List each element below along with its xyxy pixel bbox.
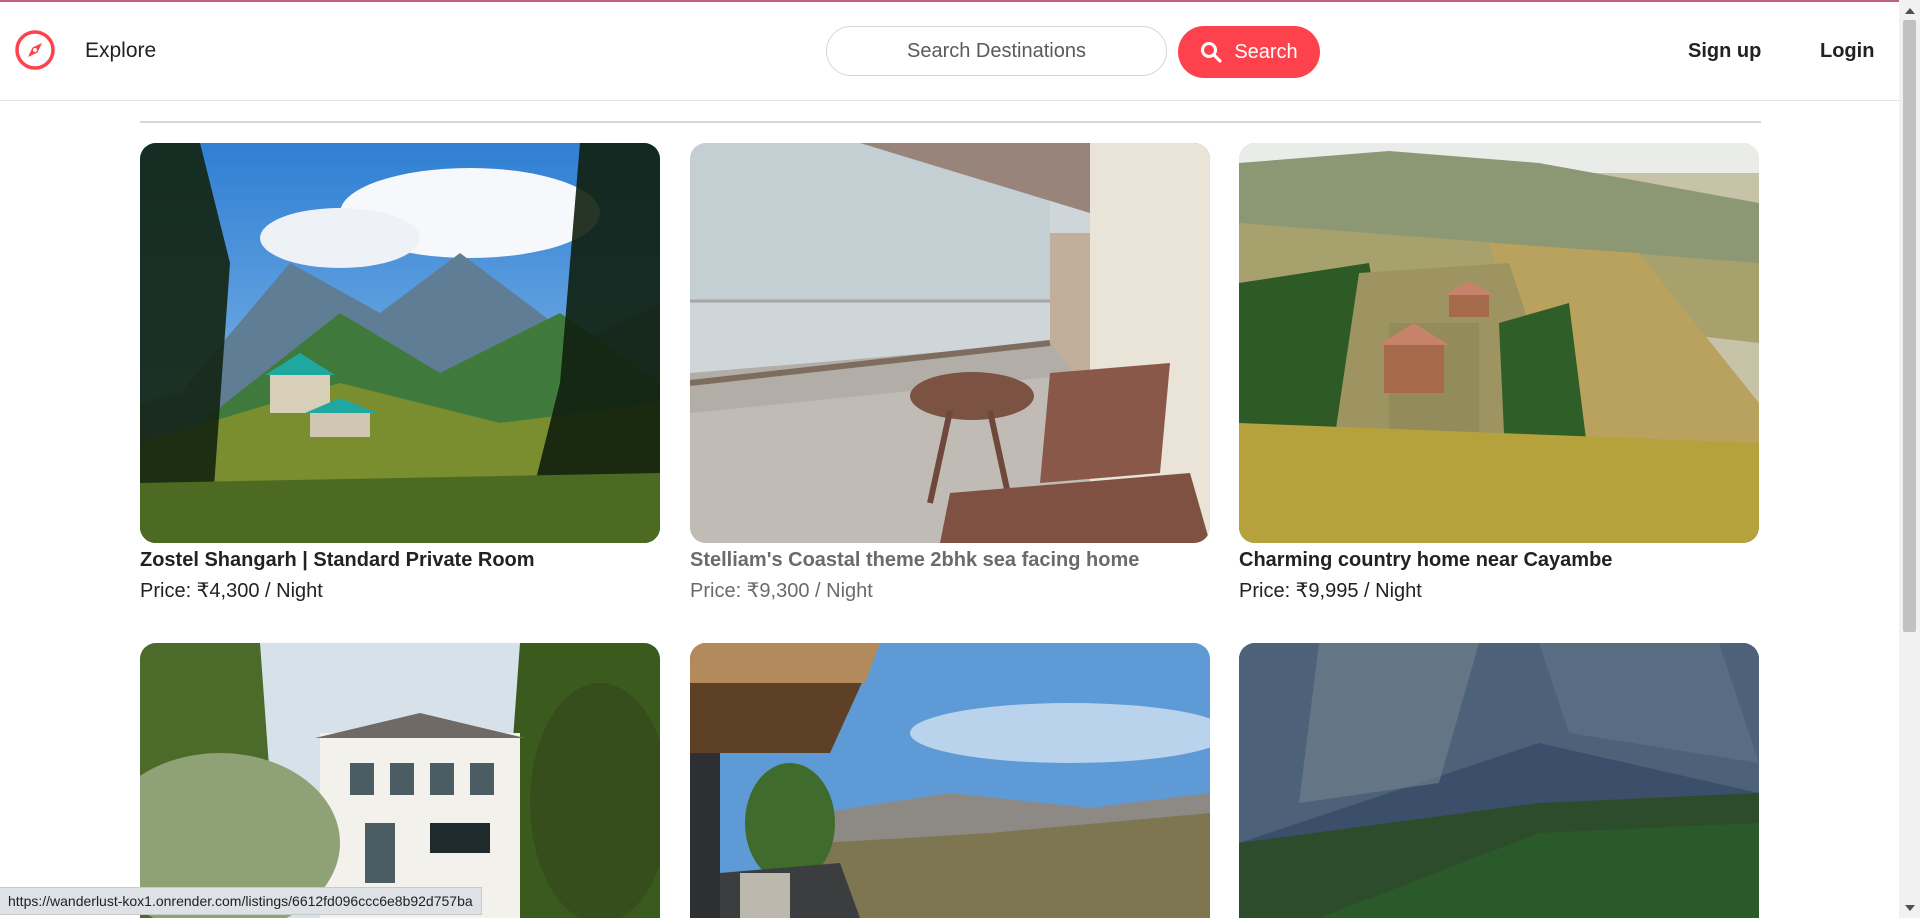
compass-icon[interactable] bbox=[14, 29, 56, 71]
listing-title[interactable]: Zostel Shangarh | Standard Private Room bbox=[140, 549, 660, 572]
listing-price: Price: ₹4,300 / Night bbox=[140, 580, 323, 602]
listing-image[interactable] bbox=[690, 143, 1210, 543]
signup-link[interactable]: Sign up bbox=[1688, 40, 1761, 63]
listing-card[interactable] bbox=[140, 643, 660, 924]
listing-title[interactable]: Stelliam's Coastal theme 2bhk sea facing… bbox=[690, 549, 1210, 572]
listing-price: Price: ₹9,995 / Night bbox=[1239, 580, 1422, 602]
scroll-down-arrow-icon[interactable] bbox=[1899, 899, 1920, 916]
listing-image[interactable] bbox=[690, 643, 1210, 918]
listing-card[interactable]: Charming country home near Cayambe Price… bbox=[1239, 143, 1759, 603]
listing-card[interactable]: Stelliam's Coastal theme 2bhk sea facing… bbox=[690, 143, 1210, 603]
listing-title[interactable]: Charming country home near Cayambe bbox=[1239, 549, 1759, 572]
listing-card[interactable] bbox=[1239, 643, 1759, 924]
listing-price: Price: ₹9,300 / Night bbox=[690, 580, 873, 602]
search-button[interactable]: Search bbox=[1178, 26, 1320, 78]
listing-image[interactable] bbox=[1239, 143, 1759, 543]
search-icon bbox=[1200, 41, 1222, 63]
listing-card[interactable] bbox=[690, 643, 1210, 924]
scrollbar-thumb[interactable] bbox=[1903, 20, 1916, 632]
listing-image[interactable] bbox=[140, 143, 660, 543]
vertical-scrollbar[interactable] bbox=[1899, 0, 1920, 918]
search-button-label: Search bbox=[1234, 40, 1298, 63]
listing-image[interactable] bbox=[1239, 643, 1759, 918]
listing-card[interactable]: Zostel Shangarh | Standard Private Room … bbox=[140, 143, 660, 603]
search-input[interactable] bbox=[826, 26, 1167, 76]
link-status-bar: https://wanderlust-kox1.onrender.com/lis… bbox=[0, 887, 482, 915]
content-divider bbox=[140, 121, 1761, 123]
scroll-up-arrow-icon[interactable] bbox=[1899, 2, 1920, 19]
navbar: Explore Search Sign up Login bbox=[0, 2, 1899, 101]
explore-link[interactable]: Explore bbox=[85, 39, 156, 63]
login-link[interactable]: Login bbox=[1820, 40, 1874, 63]
listing-image[interactable] bbox=[140, 643, 660, 918]
